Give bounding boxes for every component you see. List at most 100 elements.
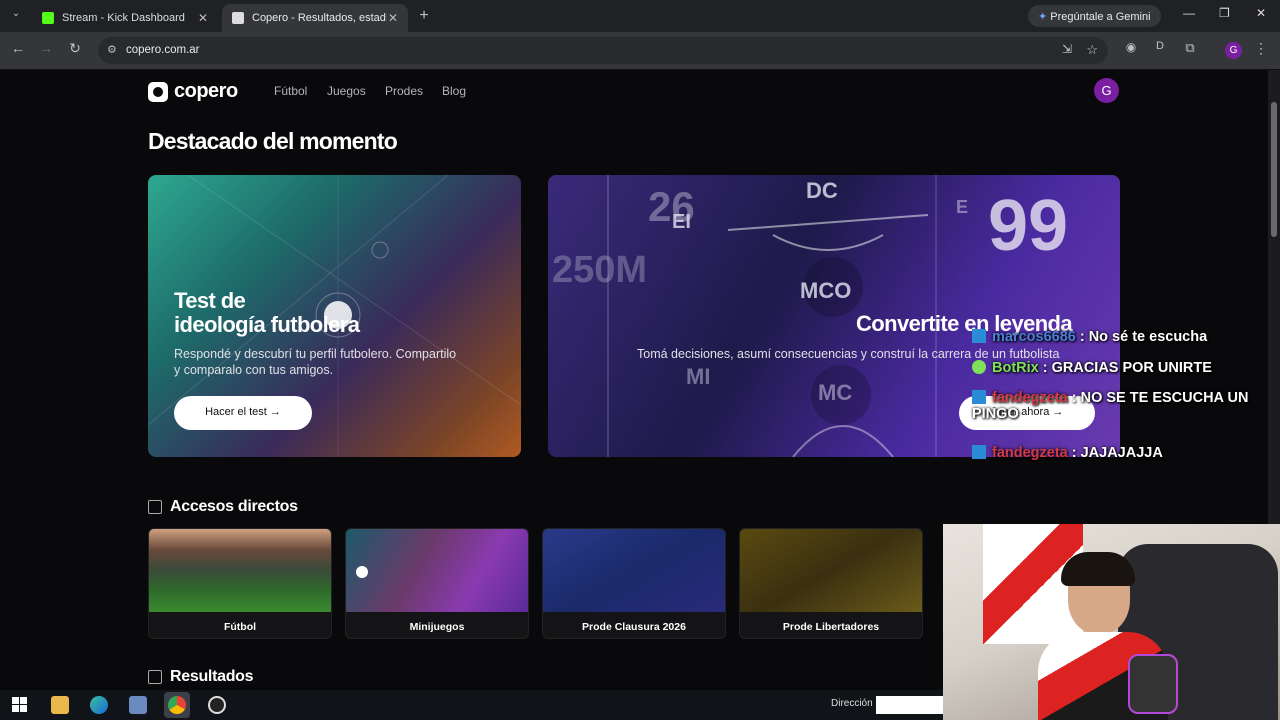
chat-username: fandegzeta — [992, 390, 1068, 406]
edge-icon[interactable] — [90, 696, 108, 714]
chat-message: marcos6686: No sé te escucha — [972, 329, 1207, 345]
shortcut-prode-libertadores[interactable]: Prode Libertadores — [739, 528, 923, 639]
gemini-label: Pregúntale a Gemini — [1050, 11, 1151, 23]
reload-icon[interactable]: ↻ — [65, 40, 85, 57]
address-toolbar-input[interactable] — [876, 696, 943, 714]
card-title-line: ideología futbolera — [174, 312, 360, 337]
tab-title: Copero - Resultados, estadístic — [252, 12, 387, 24]
microphone — [1128, 654, 1178, 714]
section-title: Accesos directos — [170, 498, 298, 515]
kick-badge-icon — [972, 390, 986, 404]
chat-username: marcos6686 — [992, 329, 1076, 345]
shortcut-label: Fútbol — [223, 621, 257, 633]
age-label: 26 — [648, 183, 695, 230]
minimize-icon[interactable]: — — [1183, 6, 1195, 20]
position-label: E — [956, 197, 969, 217]
results-heading: Resultados — [148, 668, 254, 686]
chat-text: : GRACIAS POR UNIRTE — [1042, 360, 1212, 376]
tab-copero[interactable]: Copero - Resultados, estadístic ✕ — [222, 4, 408, 32]
shortcut-label: Prode Libertadores — [782, 621, 880, 633]
position-label: MC — [818, 380, 853, 405]
logo-text: copero — [174, 80, 238, 102]
featured-card-ideology-test[interactable]: Test de ideología futbolera Respondé y d… — [148, 175, 521, 457]
streamer-hair — [1061, 552, 1135, 586]
chrome-taskbar-button[interactable] — [164, 692, 190, 718]
prode-libertadores-image — [740, 529, 922, 612]
extension-d-icon[interactable]: D — [1150, 40, 1170, 52]
copero-logo[interactable]: copero — [148, 80, 238, 103]
ask-gemini-button[interactable]: ✦ Pregúntale a Gemini — [1028, 5, 1161, 27]
new-tab-button[interactable]: + — [414, 7, 434, 25]
close-window-icon[interactable]: ✕ — [1256, 6, 1266, 20]
restore-icon[interactable]: ❐ — [1219, 6, 1230, 20]
address-toolbar-label: Dirección — [831, 698, 873, 709]
shortcut-prode-clausura[interactable]: Prode Clausura 2026 — [542, 528, 726, 639]
prode-clausura-image — [543, 529, 725, 612]
chat-message: fandegzeta: JAJAJAJJA — [972, 445, 1163, 461]
card-description-line: Respondé y descubrí tu perfil futbolero.… — [174, 347, 457, 361]
ball-icon — [356, 566, 368, 578]
forward-icon[interactable]: → — [36, 40, 56, 56]
nav-futbol[interactable]: Fútbol — [274, 84, 307, 98]
app-icon[interactable] — [129, 696, 147, 714]
address-bar[interactable]: ⚙ copero.com.ar ⇲ ☆ — [98, 37, 1108, 64]
card-title: Test de ideología futbolera — [174, 288, 360, 337]
extension-icon[interactable]: ◉ — [1121, 40, 1141, 54]
shortcuts-heading: Accesos directos — [148, 498, 298, 516]
kick-badge-icon — [972, 445, 986, 459]
chat-message: BotRix: GRACIAS POR UNIRTE — [972, 360, 1212, 376]
tab-kick-dashboard[interactable]: Stream - Kick Dashboard ✕ — [32, 4, 218, 32]
site-info-icon[interactable]: ⚙ — [107, 43, 117, 56]
chat-text: PINGO — [972, 406, 1019, 422]
minigames-image — [346, 529, 528, 612]
file-explorer-icon[interactable] — [51, 696, 69, 714]
position-label: MI — [686, 364, 711, 389]
user-avatar[interactable]: G — [1094, 78, 1119, 103]
obs-icon[interactable] — [208, 696, 226, 714]
shortcut-label: Prode Clausura 2026 — [582, 621, 686, 633]
back-icon[interactable]: ← — [8, 40, 28, 56]
chat-username: fandegzeta — [992, 445, 1068, 461]
extensions-puzzle-icon[interactable]: ⧉ — [1180, 40, 1200, 56]
bot-badge-icon — [972, 360, 986, 374]
section-title: Resultados — [170, 668, 254, 685]
shortcut-futbol[interactable]: Fútbol — [148, 528, 332, 639]
chat-message: fandegzeta: NO SE TE ESCUCHA UN PINGO — [972, 390, 1248, 422]
chat-text: : NO SE TE ESCUCHA UN — [1071, 390, 1249, 406]
calendar-icon — [148, 670, 162, 684]
scrollbar-thumb[interactable] — [1271, 102, 1277, 237]
windows-start-icon[interactable] — [12, 697, 27, 712]
browser-tab-bar: ⌄ Stream - Kick Dashboard ✕ Copero - Res… — [0, 0, 1280, 32]
logo-mark-icon — [148, 81, 168, 102]
nav-juegos[interactable]: Juegos — [327, 84, 366, 98]
arrow-right-icon: → — [269, 406, 281, 418]
kick-icon — [42, 12, 54, 24]
chat-text: : JAJAJAJJA — [1071, 445, 1163, 461]
close-icon[interactable]: ✕ — [198, 11, 208, 25]
nav-blog[interactable]: Blog — [442, 84, 466, 98]
install-app-icon[interactable]: ⇲ — [1062, 42, 1072, 56]
card-title-line: Test de — [174, 288, 246, 313]
copero-favicon-icon — [232, 12, 244, 24]
grid-icon — [148, 500, 162, 514]
kick-badge-icon — [972, 329, 986, 343]
close-icon[interactable]: ✕ — [388, 11, 398, 25]
page-title: Destacado del momento — [148, 128, 398, 154]
gemini-icon: ✦ — [1038, 11, 1051, 23]
tab-search-icon[interactable]: ⌄ — [6, 8, 26, 19]
take-test-button[interactable]: Hacer el test → — [174, 396, 312, 430]
menu-icon[interactable]: ⋮ — [1251, 40, 1271, 57]
button-label: Hacer el test — [205, 406, 267, 418]
bookmark-star-icon[interactable]: ☆ — [1086, 42, 1098, 58]
profile-avatar[interactable]: G — [1225, 42, 1242, 59]
chat-text: : No sé te escucha — [1079, 329, 1208, 345]
shortcut-minijuegos[interactable]: Minijuegos — [345, 528, 529, 639]
nav-prodes[interactable]: Prodes — [385, 84, 423, 98]
webcam-overlay — [943, 524, 1280, 720]
position-label: DC — [806, 178, 838, 203]
browser-toolbar: ← → ↻ ⚙ copero.com.ar ⇲ ☆ ◉ D ⧉ G ⋮ — [0, 32, 1280, 70]
tab-title: Stream - Kick Dashboard — [62, 12, 185, 24]
value-label: 250M — [552, 249, 648, 291]
stadium-image — [149, 529, 331, 612]
url-text: copero.com.ar — [126, 44, 200, 56]
